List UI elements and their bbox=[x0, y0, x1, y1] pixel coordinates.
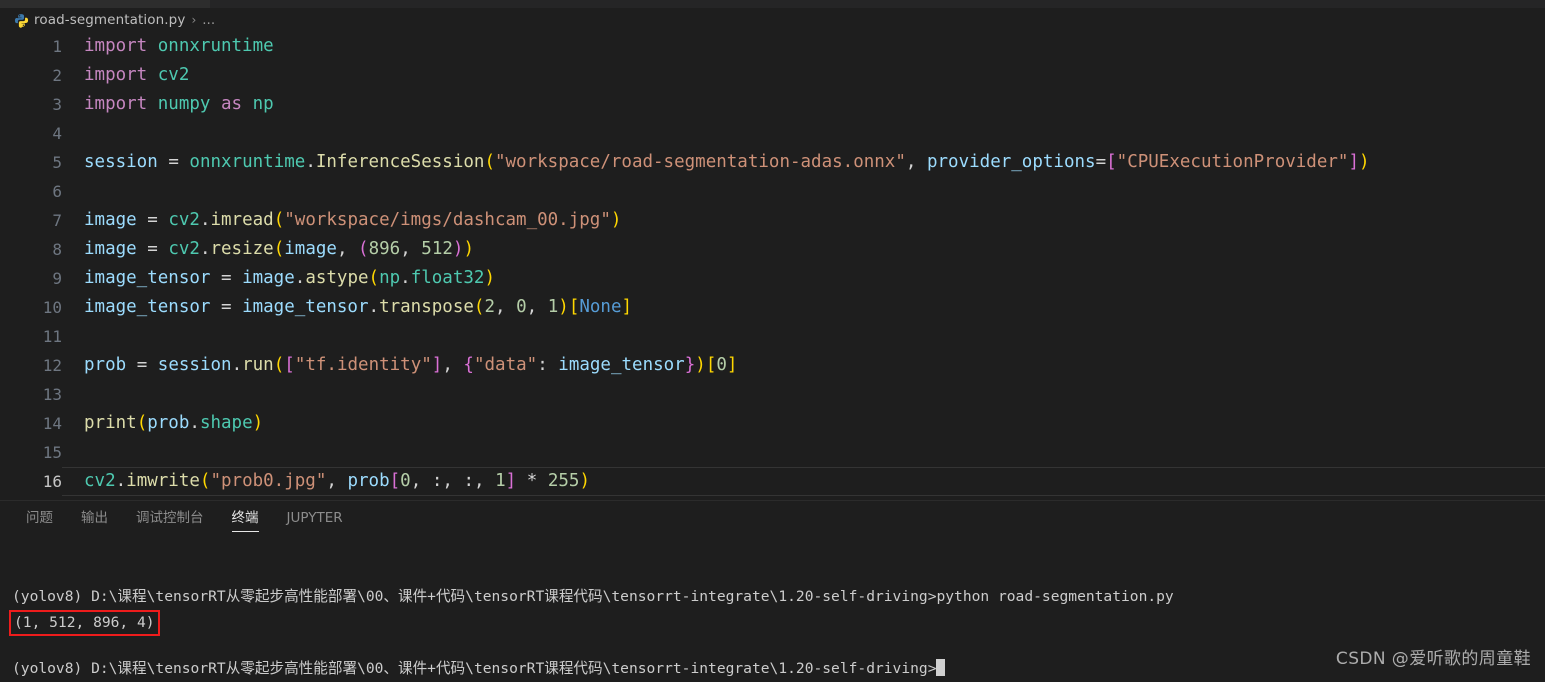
breadcrumb-file-name[interactable]: road-segmentation.py bbox=[34, 12, 185, 28]
panel-tab-1[interactable]: 输出 bbox=[67, 501, 122, 536]
terminal-output[interactable]: (yolov8) D:\课程\tensorRT从零起步高性能部署\00、课件+代… bbox=[0, 536, 1545, 682]
panel-tab-bar: 问题 输出 调试控制台 终端 JUPYTER bbox=[0, 501, 1545, 536]
code-line-text: import numpy as np bbox=[84, 94, 274, 114]
line-number: 8 bbox=[52, 240, 62, 259]
line-number: 11 bbox=[42, 327, 62, 346]
line-number: 6 bbox=[52, 182, 62, 201]
csdn-watermark: CSDN @爱听歌的周童鞋 bbox=[1335, 649, 1531, 669]
terminal-prompt-line-1: (yolov8) D:\课程\tensorRT从零起步高性能部署\00、课件+代… bbox=[12, 584, 1545, 610]
shape-output-highlight: (1, 512, 896, 4) bbox=[9, 610, 160, 636]
chevron-right-icon: › bbox=[191, 13, 197, 27]
line-number: 14 bbox=[42, 414, 62, 433]
code-line-text: image = cv2. resize(image, (896, 512)) bbox=[84, 239, 474, 259]
line-number: 15 bbox=[42, 443, 62, 462]
line-number: 16 bbox=[42, 472, 62, 491]
panel-tab-label: 输出 bbox=[81, 510, 108, 526]
terminal-prompt-path-2: (yolov8) D:\课程\tensorRT从零起步高性能部署\00、课件+代… bbox=[12, 660, 937, 677]
line-number: 7 bbox=[52, 211, 62, 230]
line-number: 13 bbox=[42, 385, 62, 404]
code-line[interactable]: 9 image_tensor = image. astype(np. float32) bbox=[0, 264, 1545, 293]
python-file-icon bbox=[14, 13, 29, 28]
line-number: 10 bbox=[42, 298, 62, 317]
terminal-prompt-line-2: (yolov8) D:\课程\tensorRT从零起步高性能部署\00、课件+代… bbox=[12, 656, 1545, 682]
breadcrumb-symbol-placeholder[interactable]: ... bbox=[202, 12, 215, 28]
code-line[interactable]: 5 session = onnxruntime. InferenceSession(… bbox=[0, 148, 1545, 177]
line-number: 3 bbox=[52, 95, 62, 114]
terminal-cursor bbox=[936, 659, 946, 676]
breadcrumb: road-segmentation.py › ... bbox=[0, 8, 1545, 32]
code-line[interactable]: 12 prob = session. run(["tf.identity"], {"… bbox=[0, 351, 1545, 380]
code-line-text bbox=[62, 380, 1545, 409]
panel-tab-label: 问题 bbox=[26, 510, 53, 526]
vscode-window: road-segmentation.py › ... 1 import onnxr… bbox=[0, 0, 1545, 682]
code-line-text: import cv2 bbox=[84, 65, 190, 85]
code-editor[interactable]: 1 import onnxruntime 2 import cv2 3 import nu… bbox=[0, 32, 1545, 500]
terminal-result-line: (1, 512, 896, 4) bbox=[9, 610, 1545, 636]
code-line[interactable]: 3 import numpy as np bbox=[0, 90, 1545, 119]
terminal-top-padding bbox=[12, 536, 1545, 584]
panel-tab-3[interactable]: 终端 bbox=[218, 501, 273, 536]
editor-tab-active[interactable] bbox=[0, 0, 210, 8]
code-line-text: import onnxruntime bbox=[84, 36, 274, 56]
code-line-text: image_tensor = image. astype(np. float32) bbox=[84, 268, 496, 288]
code-line[interactable]: 1 import onnxruntime bbox=[0, 32, 1545, 61]
code-line-text bbox=[62, 119, 1545, 148]
code-line-text: session = onnxruntime. InferenceSession("… bbox=[84, 152, 1370, 172]
editor-tab-empty-area bbox=[440, 0, 1545, 8]
code-line[interactable]: 7 image = cv2. imread("workspace/imgs/dash… bbox=[0, 206, 1545, 235]
code-line[interactable]: 13 bbox=[0, 380, 1545, 409]
code-line-text: print(prob. shape) bbox=[84, 413, 264, 433]
code-line-text: image_tensor = image_tensor. transpose(2,… bbox=[84, 297, 633, 317]
code-line-text bbox=[62, 438, 1545, 467]
panel-tab-label: 调试控制台 bbox=[136, 510, 204, 526]
panel-tab-0[interactable]: 问题 bbox=[12, 501, 67, 536]
code-line-text: cv2. imwrite("prob0.jpg", prob[0, :, :, 1… bbox=[62, 467, 1545, 496]
line-number: 5 bbox=[52, 153, 62, 172]
line-number: 4 bbox=[52, 124, 62, 143]
line-number: 1 bbox=[52, 37, 62, 56]
panel-tab-4[interactable]: JUPYTER bbox=[273, 501, 357, 536]
code-line[interactable]: 15 bbox=[0, 438, 1545, 467]
terminal-prompt-path-1: (yolov8) D:\课程\tensorRT从零起步高性能部署\00、课件+代… bbox=[12, 588, 937, 605]
bottom-panel: 问题 输出 调试控制台 终端 JUPYTER (yolov8) D:\课程\tensor… bbox=[0, 500, 1545, 682]
line-number: 2 bbox=[52, 66, 62, 85]
code-line[interactable]: 16 cv2. imwrite("prob0.jpg", prob[0, :, :,… bbox=[0, 467, 1545, 496]
panel-tab-2[interactable]: 调试控制台 bbox=[122, 501, 218, 536]
panel-tab-label: 终端 bbox=[231, 510, 259, 526]
code-line-text bbox=[62, 177, 1545, 206]
code-line[interactable]: 4 bbox=[0, 119, 1545, 148]
line-number: 12 bbox=[42, 356, 62, 375]
line-number: 9 bbox=[52, 269, 62, 288]
terminal-command: python road-segmentation.py bbox=[936, 588, 1174, 605]
editor-tab-strip bbox=[0, 0, 1545, 8]
code-line[interactable]: 6 bbox=[0, 177, 1545, 206]
code-line-text: image = cv2. imread("workspace/imgs/dashc… bbox=[84, 210, 622, 230]
code-line-text bbox=[62, 322, 1545, 351]
code-line[interactable]: 8 image = cv2. resize(image, (896, 512)) bbox=[0, 235, 1545, 264]
code-line-text: prob = session. run(["tf.identity"], {"da… bbox=[84, 355, 738, 375]
code-line[interactable]: 14 print(prob. shape) bbox=[0, 409, 1545, 438]
code-line[interactable]: 2 import cv2 bbox=[0, 61, 1545, 90]
code-line[interactable]: 11 bbox=[0, 322, 1545, 351]
editor-tab-inactive[interactable] bbox=[210, 0, 440, 8]
code-line[interactable]: 10 image_tensor = image_tensor. transpose(… bbox=[0, 293, 1545, 322]
panel-tab-label: JUPYTER bbox=[286, 510, 343, 526]
